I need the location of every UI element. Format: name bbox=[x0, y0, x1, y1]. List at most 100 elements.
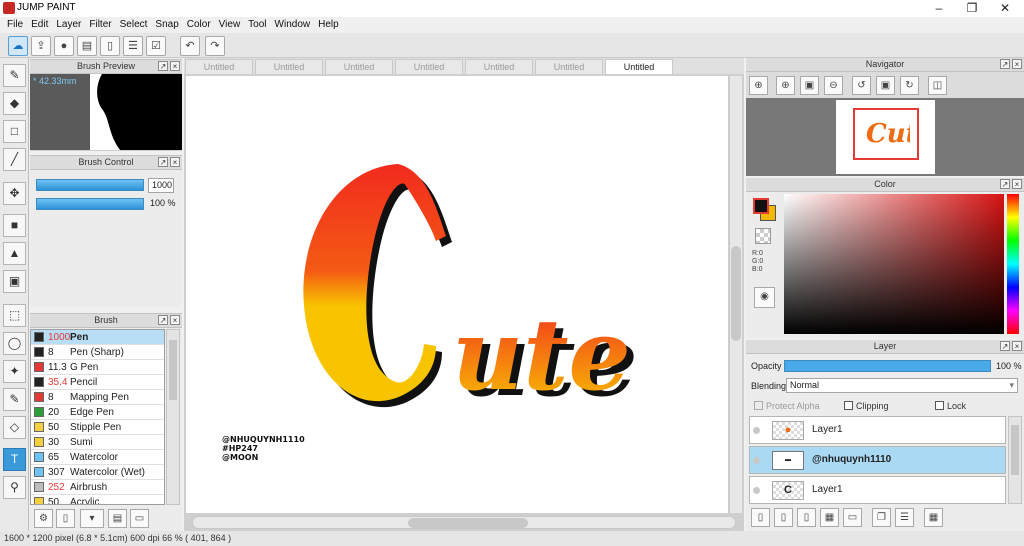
line-tool-icon[interactable]: ╱ bbox=[3, 148, 26, 171]
canvas-horizontal-scrollbar[interactable] bbox=[192, 516, 736, 529]
zoom-in-alt-icon[interactable]: ⊕ bbox=[776, 76, 795, 95]
pen-tool-icon[interactable]: ✎ bbox=[3, 64, 26, 87]
menu-file[interactable]: File bbox=[3, 17, 27, 33]
lock-checkbox[interactable]: Lock bbox=[935, 401, 966, 411]
eyedropper-tool-icon[interactable]: ⚲ bbox=[3, 476, 26, 499]
rectangle-tool-icon[interactable]: □ bbox=[3, 120, 26, 143]
brush-list-scrollbar[interactable] bbox=[166, 329, 180, 505]
brush-item[interactable]: 30 Sumi bbox=[31, 435, 164, 450]
menu-window[interactable]: Window bbox=[271, 17, 315, 33]
brush-size-field[interactable]: 1000 bbox=[148, 178, 174, 193]
undock-icon[interactable]: ↗ bbox=[1000, 59, 1010, 69]
color-sv-picker[interactable] bbox=[784, 194, 1004, 334]
scroll-thumb[interactable] bbox=[169, 340, 177, 400]
new-layer-icon[interactable]: ▯ bbox=[751, 508, 770, 527]
brush-item[interactable]: 20 Edge Pen bbox=[31, 405, 164, 420]
tab-untitled-2[interactable]: Untitled bbox=[255, 59, 323, 74]
hue-slider[interactable] bbox=[1007, 194, 1019, 334]
duplicate-layer-icon[interactable]: ❐ bbox=[872, 508, 891, 527]
layer-list-scrollbar[interactable] bbox=[1008, 416, 1022, 504]
move-tool-icon[interactable]: ✥ bbox=[3, 182, 26, 205]
tab-untitled-active[interactable]: Untitled bbox=[605, 59, 673, 74]
layer-row[interactable]: ● Layer1 bbox=[749, 416, 1006, 444]
canvas-vertical-scrollbar[interactable] bbox=[729, 76, 742, 513]
menu-select[interactable]: Select bbox=[116, 17, 152, 33]
bucket-tool-icon[interactable]: ▲ bbox=[3, 242, 26, 265]
v-scroll-thumb[interactable] bbox=[731, 246, 741, 341]
brush-size-slider[interactable] bbox=[36, 179, 144, 191]
menu-layer[interactable]: Layer bbox=[52, 17, 85, 33]
blending-select[interactable]: Normal ▾ bbox=[786, 378, 1018, 393]
list-icon[interactable]: ☰ bbox=[123, 36, 143, 56]
brush-copy-icon[interactable]: ▤ bbox=[108, 509, 127, 528]
brush-item[interactable]: 1000Pen bbox=[31, 330, 164, 345]
rotate-right-icon[interactable]: ↻ bbox=[900, 76, 919, 95]
layer-opacity-slider[interactable] bbox=[784, 360, 991, 372]
lasso-tool-icon[interactable]: ◯ bbox=[3, 332, 26, 355]
main-color-swatch[interactable] bbox=[753, 198, 769, 214]
share-icon[interactable]: ⇪ bbox=[31, 36, 51, 56]
visibility-icon[interactable] bbox=[753, 457, 760, 464]
undock-icon[interactable]: ↗ bbox=[158, 315, 168, 325]
brush-item[interactable]: 8 Pen (Sharp) bbox=[31, 345, 164, 360]
menu-color[interactable]: Color bbox=[183, 17, 215, 33]
palette-icon[interactable]: ◉ bbox=[754, 287, 775, 308]
tab-untitled-4[interactable]: Untitled bbox=[395, 59, 463, 74]
scroll-thumb[interactable] bbox=[1011, 425, 1019, 475]
visibility-icon[interactable] bbox=[753, 487, 760, 494]
brush-item[interactable]: 11.3 G Pen bbox=[31, 360, 164, 375]
panel-close-icon[interactable]: × bbox=[1012, 179, 1022, 189]
panel-close-icon[interactable]: × bbox=[170, 157, 180, 167]
fit-screen-icon[interactable]: ▣ bbox=[800, 76, 819, 95]
undo-icon[interactable]: ↶ bbox=[180, 36, 200, 56]
panel-close-icon[interactable]: × bbox=[1012, 341, 1022, 351]
brush-item[interactable]: 8 Mapping Pen bbox=[31, 390, 164, 405]
zoom-in-icon[interactable]: ⊕ bbox=[749, 76, 768, 95]
select-rect-icon[interactable]: ⬚ bbox=[3, 304, 26, 327]
brush-settings-icon[interactable]: ⚙ bbox=[34, 509, 53, 528]
layer-row-selected[interactable]: ▬ @nhuquynh1110 bbox=[749, 446, 1006, 474]
maximize-icon[interactable]: ❐ bbox=[955, 0, 989, 17]
brush-item[interactable]: 65 Watercolor bbox=[31, 450, 164, 465]
new-tone-layer-icon[interactable]: ▦ bbox=[820, 508, 839, 527]
menu-tool[interactable]: Tool bbox=[244, 17, 270, 33]
select-eraser-icon[interactable]: ◇ bbox=[3, 416, 26, 439]
chat-icon[interactable]: ▤ bbox=[77, 36, 97, 56]
new-layer-copy-icon[interactable]: ▯ bbox=[774, 508, 793, 527]
brush-item[interactable]: 50 Stipple Pen bbox=[31, 420, 164, 435]
undock-icon[interactable]: ↗ bbox=[158, 61, 168, 71]
rotate-left-icon[interactable]: ↺ bbox=[852, 76, 871, 95]
visibility-icon[interactable] bbox=[753, 427, 760, 434]
transparent-swatch[interactable] bbox=[755, 228, 771, 244]
text-tool-icon[interactable]: T bbox=[3, 448, 26, 471]
tab-untitled-3[interactable]: Untitled bbox=[325, 59, 393, 74]
brush-item[interactable]: 252 Airbrush bbox=[31, 480, 164, 495]
undock-icon[interactable]: ↗ bbox=[1000, 179, 1010, 189]
brush-folder-icon[interactable]: ▭ bbox=[130, 509, 149, 528]
reset-view-icon[interactable]: ▣ bbox=[876, 76, 895, 95]
undock-icon[interactable]: ↗ bbox=[158, 157, 168, 167]
layer-row[interactable]: C Layer1 bbox=[749, 476, 1006, 504]
close-icon[interactable]: ✕ bbox=[988, 0, 1022, 17]
eraser-tool-icon[interactable]: ◆ bbox=[3, 92, 26, 115]
merge-layer-icon[interactable]: ☰ bbox=[895, 508, 914, 527]
menu-view[interactable]: View bbox=[215, 17, 245, 33]
tab-untitled-6[interactable]: Untitled bbox=[535, 59, 603, 74]
gradient-tool-icon[interactable]: ▣ bbox=[3, 270, 26, 293]
new-folder-icon[interactable]: ▭ bbox=[843, 508, 862, 527]
brush-item[interactable]: 307 Watercolor (Wet) bbox=[31, 465, 164, 480]
redo-icon[interactable]: ↷ bbox=[205, 36, 225, 56]
clipping-checkbox[interactable]: Clipping bbox=[844, 401, 889, 411]
tab-untitled-5[interactable]: Untitled bbox=[465, 59, 533, 74]
navigator-thumbnail[interactable]: Cute bbox=[836, 100, 935, 174]
magic-wand-icon[interactable]: ✦ bbox=[3, 360, 26, 383]
comment-icon[interactable]: ● bbox=[54, 36, 74, 56]
new-brush-icon[interactable]: ▯ bbox=[56, 509, 75, 528]
trash-icon[interactable]: ▦ bbox=[924, 508, 943, 527]
menu-filter[interactable]: Filter bbox=[85, 17, 115, 33]
menu-help[interactable]: Help bbox=[314, 17, 343, 33]
checklist-icon[interactable]: ☑ bbox=[146, 36, 166, 56]
menu-snap[interactable]: Snap bbox=[151, 17, 182, 33]
panel-close-icon[interactable]: × bbox=[170, 61, 180, 71]
h-scroll-thumb[interactable] bbox=[408, 518, 528, 528]
